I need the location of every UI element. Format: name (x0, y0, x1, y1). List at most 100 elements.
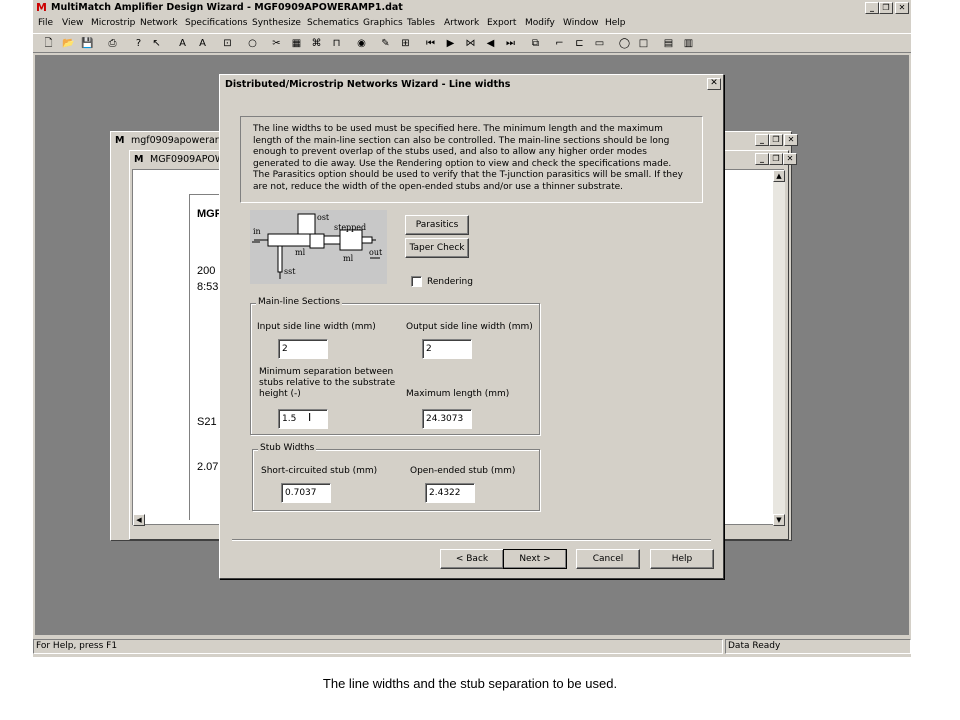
menu-network[interactable]: Network (140, 18, 178, 28)
main-line-sections-group: Main-line Sections Input side line width… (250, 297, 540, 435)
output-width-field[interactable]: 2 (422, 339, 472, 359)
help-question-icon[interactable]: ? (131, 36, 146, 51)
menu-view[interactable]: View (62, 18, 83, 28)
tool-bend-icon[interactable]: ⌐ (552, 36, 567, 51)
restore-button[interactable]: ❐ (879, 2, 893, 14)
tool-target-icon[interactable]: ◉ (354, 36, 369, 51)
doc-line-1: MGF (197, 208, 222, 220)
tool-box-icon[interactable]: ▭ (592, 36, 607, 51)
input-width-field[interactable]: 2 (278, 339, 328, 359)
taper-check-button[interactable]: Taper Check (405, 238, 469, 258)
short-stub-field[interactable]: 0.7037 (281, 483, 331, 503)
dialog-separator (232, 539, 711, 541)
open-stub-field[interactable]: 2.4322 (425, 483, 475, 503)
main-line-sections-title: Main-line Sections (256, 297, 342, 307)
child-logo-icon: M (115, 135, 125, 146)
rendering-label: Rendering (427, 277, 473, 287)
doc-line-5: 2.07 (197, 461, 219, 473)
menu-export[interactable]: Export (487, 18, 516, 28)
diagram-label-in: in (253, 227, 261, 236)
back-step-icon[interactable]: ◀ (483, 36, 498, 51)
line-widths-diagram: in ost stepped ml ml out sst (250, 210, 387, 284)
child-2-minimize-button[interactable]: _ (755, 153, 769, 165)
menu-help[interactable]: Help (605, 18, 626, 28)
menu-schematics[interactable]: Schematics (307, 18, 359, 28)
child-1-minimize-button[interactable]: _ (755, 134, 769, 146)
slide-caption: The line widths and the stub separation … (322, 676, 618, 691)
tool-pen-icon[interactable]: ✎ (378, 36, 393, 51)
tool-a2-icon[interactable]: A (195, 36, 210, 51)
dialog-title-bar: Distributed/Microstrip Networks Wizard -… (222, 77, 721, 93)
context-help-icon[interactable]: ↖ (149, 36, 164, 51)
tool-square-icon[interactable]: □ (636, 36, 651, 51)
menu-specifications[interactable]: Specifications (185, 18, 247, 28)
output-width-label: Output side line width (mm) (406, 322, 533, 332)
doc-line-4: S21 (197, 416, 217, 428)
first-icon[interactable]: ⏮ (423, 36, 438, 51)
doc-line-2: 200 (197, 265, 216, 277)
parasitics-button[interactable]: Parasitics (405, 215, 469, 235)
next-button[interactable]: Next > (503, 549, 567, 569)
tool-scissors-icon[interactable]: ✂ (269, 36, 284, 51)
max-length-field[interactable]: 24.3073 (422, 409, 472, 429)
scroll-up-button[interactable]: ▲ (773, 170, 785, 182)
status-help-text: For Help, press F1 (33, 639, 723, 654)
help-button[interactable]: Help (650, 549, 714, 569)
play-icon[interactable]: ▶ (443, 36, 458, 51)
min-separation-field[interactable]: 1.5 (278, 409, 328, 429)
scroll-down-button[interactable]: ▼ (773, 514, 785, 526)
tool-step-icon[interactable]: ⊏ (572, 36, 587, 51)
vertical-scrollbar[interactable]: ▲ ▼ (773, 170, 785, 526)
scroll-left-button[interactable]: ◀ (133, 514, 145, 526)
menu-artwork[interactable]: Artwork (444, 18, 479, 28)
last-icon[interactable]: ⏭ (503, 36, 518, 51)
menu-tables[interactable]: Tables (407, 18, 435, 28)
new-file-icon[interactable]: 🗋 (41, 36, 56, 51)
open-folder-icon[interactable]: 📂 (61, 36, 76, 51)
menu-synthesize[interactable]: Synthesize (252, 18, 301, 28)
cancel-button[interactable]: Cancel (576, 549, 640, 569)
menu-graphics[interactable]: Graphics (363, 18, 403, 28)
tool-a1-icon[interactable]: A (175, 36, 190, 51)
menu-microstrip[interactable]: Microstrip (91, 18, 135, 28)
save-icon[interactable]: 💾 (80, 36, 95, 51)
back-button[interactable]: < Back (440, 549, 504, 569)
menu-file[interactable]: File (38, 18, 53, 28)
diagram-label-ml-1: ml (295, 248, 306, 257)
menu-modify[interactable]: Modify (525, 18, 555, 28)
app-title: MultiMatch Amplifier Design Wizard - MGF… (51, 2, 403, 13)
child-1-close-button[interactable]: ✕ (784, 134, 798, 146)
bowtie-icon[interactable]: ⋈ (463, 36, 478, 51)
dialog-close-icon[interactable]: ✕ (707, 78, 721, 90)
tool-ring-icon[interactable]: ◯ (617, 36, 632, 51)
diagram-label-ml-2: ml (343, 254, 354, 263)
child-2-logo-icon: M (134, 154, 144, 165)
child-2-restore-button[interactable]: ❐ (769, 153, 783, 165)
copy-icon[interactable]: ⧉ (528, 36, 543, 51)
close-button[interactable]: ✕ (895, 2, 909, 14)
toolbar: 🗋 📂 💾 ⎙ ? ↖ A A ⊡ ○ ✂ ▦ ⌘ ⊓ ◉ ✎ ⊞ ⏮ ▶ ⋈ … (33, 33, 911, 53)
diagram-label-out: out (369, 248, 383, 257)
tool-lib1-icon[interactable]: ▤ (661, 36, 676, 51)
max-length-label: Maximum length (mm) (406, 389, 510, 399)
tool-lib2-icon[interactable]: ▥ (681, 36, 696, 51)
text-cursor-icon: I (308, 411, 312, 424)
app-logo-icon: M (36, 1, 47, 14)
tool-network-icon[interactable]: ⌘ (309, 36, 324, 51)
minimize-button[interactable]: _ (865, 2, 879, 14)
child-1-restore-button[interactable]: ❐ (769, 134, 783, 146)
stub-widths-title: Stub Widths (258, 443, 317, 453)
status-data-ready: Data Ready (725, 639, 911, 654)
menu-window[interactable]: Window (563, 18, 599, 28)
dialog-title: Distributed/Microstrip Networks Wizard -… (225, 79, 511, 90)
tool-frame-icon[interactable]: ⊡ (220, 36, 235, 51)
open-stub-label: Open-ended stub (mm) (410, 466, 516, 476)
tool-circle-icon[interactable]: ○ (245, 36, 260, 51)
rendering-checkbox[interactable] (411, 276, 422, 287)
tool-chip-icon[interactable]: ⊞ (398, 36, 413, 51)
child-2-close-button[interactable]: ✕ (783, 153, 797, 165)
tool-stub-icon[interactable]: ⊓ (329, 36, 344, 51)
tool-grid-icon[interactable]: ▦ (289, 36, 304, 51)
print-icon[interactable]: ⎙ (105, 36, 120, 51)
min-sep-label-line-2: stubs relative to the substrate (259, 378, 396, 388)
